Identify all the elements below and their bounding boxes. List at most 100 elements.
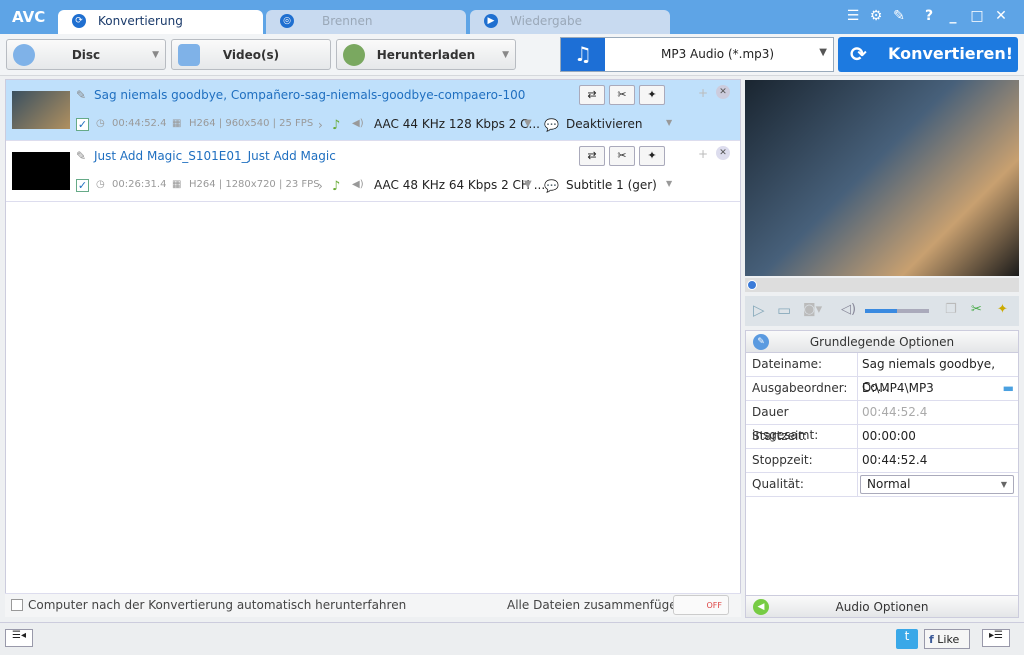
film-icon: ▦ xyxy=(172,179,182,190)
duration: 00:44:52.4 xyxy=(112,118,167,129)
facebook-like-button[interactable]: f Like xyxy=(924,629,970,649)
magic-wand-icon[interactable]: ✦ xyxy=(997,302,1008,317)
video-info: H264 | 1280x720 | 23 FPS xyxy=(189,179,320,190)
subtitle-icon: 💬 xyxy=(544,118,559,132)
file-title[interactable]: Sag niemals goodbye, Compañero-sag-niema… xyxy=(94,88,525,102)
seek-handle[interactable] xyxy=(747,280,757,290)
film-icon xyxy=(178,44,200,66)
chevron-down-icon[interactable]: ▼ xyxy=(666,179,672,188)
options-panel: ✎ Grundlegende Optionen Dateiname: Sag nie… xyxy=(745,330,1019,618)
video-info: H264 | 960x540 | 25 FPS xyxy=(189,118,314,129)
options-header[interactable]: ✎ Grundlegende Optionen xyxy=(746,331,1018,353)
audio-track-select[interactable]: AAC 48 KHz 64 Kbps 2 CH ... xyxy=(374,178,545,192)
stop-icon[interactable]: ▭ xyxy=(777,301,791,319)
scissors-icon[interactable]: ✂ xyxy=(971,302,982,317)
chevron-down-icon: ▼ xyxy=(1000,480,1007,489)
help-icon[interactable]: ? xyxy=(918,8,940,24)
output-format-select[interactable]: ♫ MP3 Audio (*.mp3) ▼ xyxy=(560,37,834,72)
globe-icon xyxy=(343,44,365,66)
add-icon[interactable]: + xyxy=(698,86,708,100)
folder-icon[interactable]: ▬ xyxy=(1003,377,1014,400)
file-row[interactable]: ✎ Sag niemals goodbye, Compañero-sag-nie… xyxy=(6,80,740,141)
shutdown-checkbox[interactable] xyxy=(11,599,23,611)
subtitle-icon: 💬 xyxy=(544,179,559,193)
twitter-icon[interactable]: t xyxy=(896,629,918,649)
play-icon[interactable]: ▷ xyxy=(753,301,765,319)
add-disc-button[interactable]: Disc ▼ xyxy=(6,39,166,70)
merge-label: Alle Dateien zusammenfügen xyxy=(507,598,685,612)
maximize-icon[interactable]: □ xyxy=(966,8,988,24)
effects-button[interactable]: ✦ xyxy=(639,85,665,105)
clock-icon: ◷ xyxy=(96,118,105,129)
audio-options-header[interactable]: ◀ Audio Optionen xyxy=(746,595,1018,617)
gear-icon[interactable]: ⚙ xyxy=(865,8,887,24)
add-video-button[interactable]: Video(s) xyxy=(171,39,331,70)
option-label: Startzeit: xyxy=(746,425,858,448)
seek-slider[interactable] xyxy=(745,278,1019,292)
file-checkbox[interactable]: ✓ xyxy=(76,118,89,131)
download-button[interactable]: Herunterladen ▼ xyxy=(336,39,516,70)
tab-wiedergabe[interactable]: ▶ Wiedergabe xyxy=(470,10,670,34)
option-value[interactable]: Sag niemals goodbye, Co... xyxy=(858,353,1018,394)
quality-select[interactable]: Normal ▼ xyxy=(860,475,1014,494)
edit-icon[interactable]: ✎ xyxy=(76,88,86,102)
volume-icon[interactable]: ◁) xyxy=(841,302,856,317)
speaker-icon: ◀) xyxy=(352,118,364,129)
file-title[interactable]: Just Add Magic_S101E01_Just Add Magic xyxy=(94,149,336,163)
toggle-preview-button[interactable]: ▸☰ xyxy=(982,629,1010,647)
cut-button[interactable]: ✂ xyxy=(609,85,635,105)
convert-icon: ⟳ xyxy=(72,14,86,28)
close-icon[interactable]: ✕ xyxy=(990,8,1012,24)
convert-button[interactable]: ⟳ Konvertieren! xyxy=(838,37,1018,72)
video-preview xyxy=(745,80,1019,276)
option-value[interactable]: D:\MP4\MP3 ▬ xyxy=(858,377,1018,400)
edit-icon[interactable]: ✎ xyxy=(76,149,86,163)
wrench-icon: ✎ xyxy=(753,334,769,350)
remove-icon[interactable]: ✕ xyxy=(716,85,730,99)
video-thumbnail xyxy=(12,91,70,129)
film-icon: ▦ xyxy=(172,118,182,129)
music-note-icon: ♪ xyxy=(332,118,341,133)
chevron-down-icon[interactable]: ▼ xyxy=(524,118,532,129)
option-value[interactable]: 00:44:52.4 xyxy=(858,449,1018,472)
list-icon[interactable]: ☰ xyxy=(842,8,864,24)
minimize-icon[interactable]: _ xyxy=(942,8,964,24)
title-bar: AVC ⟳ Konvertierung ◎ Brennen ▶ Wiedergabe … xyxy=(0,0,1024,34)
copy-icon[interactable]: ❐ xyxy=(945,302,957,317)
chevron-right-icon[interactable]: › xyxy=(318,179,323,193)
tab-label: Brennen xyxy=(322,14,373,28)
effects-button[interactable]: ✦ xyxy=(639,146,665,166)
tab-konvertierung[interactable]: ⟳ Konvertierung xyxy=(58,10,263,34)
file-row[interactable]: ✎ Just Add Magic_S101E01_Just Add Magic … xyxy=(6,141,740,202)
subtitle-select[interactable]: Deaktivieren xyxy=(566,117,642,131)
tab-brennen[interactable]: ◎ Brennen xyxy=(266,10,466,34)
convert-settings-button[interactable]: ⇄ xyxy=(579,146,605,166)
cut-button[interactable]: ✂ xyxy=(609,146,635,166)
merge-toggle[interactable]: OFF xyxy=(673,595,729,615)
subtitle-select[interactable]: Subtitle 1 (ger) xyxy=(566,178,657,192)
option-row: Dateiname: Sag niemals goodbye, Co... xyxy=(746,353,1018,394)
convert-settings-button[interactable]: ⇄ xyxy=(579,85,605,105)
chevron-down-icon[interactable]: ▼ xyxy=(152,40,159,70)
music-icon: ♫ xyxy=(561,38,605,71)
camera-icon[interactable]: ◙▾ xyxy=(803,302,822,317)
status-bar: ☰◂ t f Like ▸☰ xyxy=(0,622,1024,655)
chevron-down-icon[interactable]: ▼ xyxy=(666,118,672,127)
toggle-sidebar-button[interactable]: ☰◂ xyxy=(5,629,33,647)
file-list: ✎ Sag niemals goodbye, Compañero-sag-nie… xyxy=(5,79,741,617)
remove-icon[interactable]: ✕ xyxy=(716,146,730,160)
chevron-right-icon[interactable]: › xyxy=(318,118,323,132)
option-value[interactable]: 00:00:00 xyxy=(858,425,1018,448)
option-row: Startzeit: 00:00:00 xyxy=(746,425,1018,449)
duration: 00:26:31.4 xyxy=(112,179,167,190)
chevron-down-icon[interactable]: ▼ xyxy=(502,40,509,70)
clock-icon: ◷ xyxy=(96,179,105,190)
add-icon[interactable]: + xyxy=(698,147,708,161)
audio-track-select[interactable]: AAC 44 KHz 128 Kbps 2 C... xyxy=(374,117,540,131)
file-checkbox[interactable]: ✓ xyxy=(76,179,89,192)
volume-slider[interactable] xyxy=(865,309,929,313)
wrench-icon[interactable]: ✎ xyxy=(888,8,910,24)
chevron-down-icon[interactable]: ▼ xyxy=(524,179,532,190)
player-controls: ▷ ▭ ◙▾ ◁) ❐ ✂ ✦ xyxy=(745,296,1019,326)
option-value[interactable]: Normal ▼ xyxy=(858,473,1018,496)
